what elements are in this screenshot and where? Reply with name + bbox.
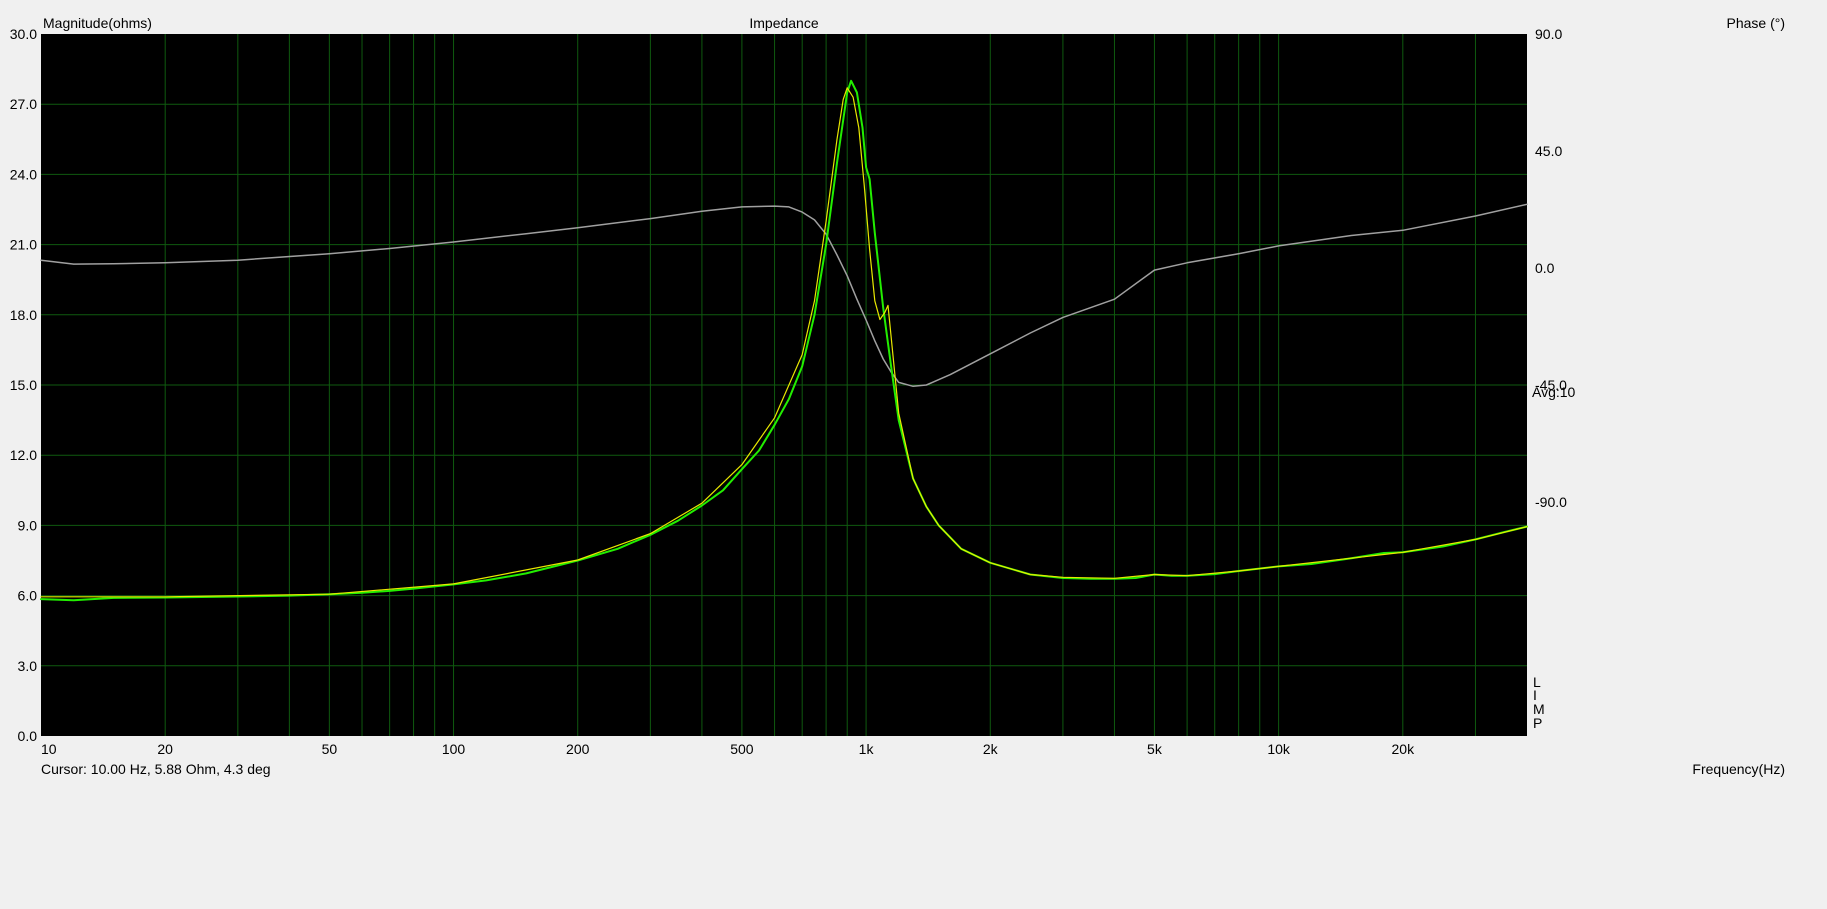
y2-tick-label: 45.0 <box>1535 143 1562 159</box>
y-tick-label: 9.0 <box>18 517 38 533</box>
x-tick-label: 2k <box>983 741 999 757</box>
x-tick-label: 50 <box>322 741 338 757</box>
cursor-readout: Cursor: 10.00 Hz, 5.88 Ohm, 4.3 deg <box>41 761 271 777</box>
x-tick-label: 500 <box>730 741 754 757</box>
y-tick-label: 21.0 <box>10 237 37 253</box>
x-tick-label: 200 <box>566 741 590 757</box>
y-tick-label: 15.0 <box>10 377 37 393</box>
y-tick-label: 12.0 <box>10 447 37 463</box>
y2-tick-label: 0.0 <box>1535 260 1555 276</box>
x-axis-label: Frequency(Hz) <box>1692 761 1785 777</box>
x-tick-label: 5k <box>1147 741 1163 757</box>
y-tick-label: 30.0 <box>10 26 37 42</box>
y-tick-label: 0.0 <box>18 728 38 744</box>
x-tick-label: 100 <box>442 741 466 757</box>
x-tick-label: 20k <box>1392 741 1416 757</box>
impedance-chart[interactable]: 10 20 50 100 200 500 1k 2k 5k 10k 20k 0.0 3.0 6.0 9.0 1… <box>0 0 1827 909</box>
y-tick-label: 6.0 <box>18 588 38 604</box>
y2-tick-label: 90.0 <box>1535 26 1562 42</box>
avg-label: Avg:10 <box>1532 384 1576 400</box>
x-tick-label: 1k <box>859 741 875 757</box>
impedance-window: Magnitude(ohms) Impedance Phase (°) 10 20… <box>0 0 1827 909</box>
y-tick-label: 27.0 <box>10 96 37 112</box>
side-letter-p[interactable]: P <box>1533 715 1542 731</box>
y-tick-label: 24.0 <box>10 166 37 182</box>
y-tick-label: 3.0 <box>18 658 38 674</box>
x-tick-label: 10k <box>1267 741 1291 757</box>
x-tick-label: 10 <box>41 741 57 757</box>
x-tick-label: 20 <box>157 741 173 757</box>
y2-tick-label: -90.0 <box>1535 494 1567 510</box>
y-tick-label: 18.0 <box>10 307 37 323</box>
